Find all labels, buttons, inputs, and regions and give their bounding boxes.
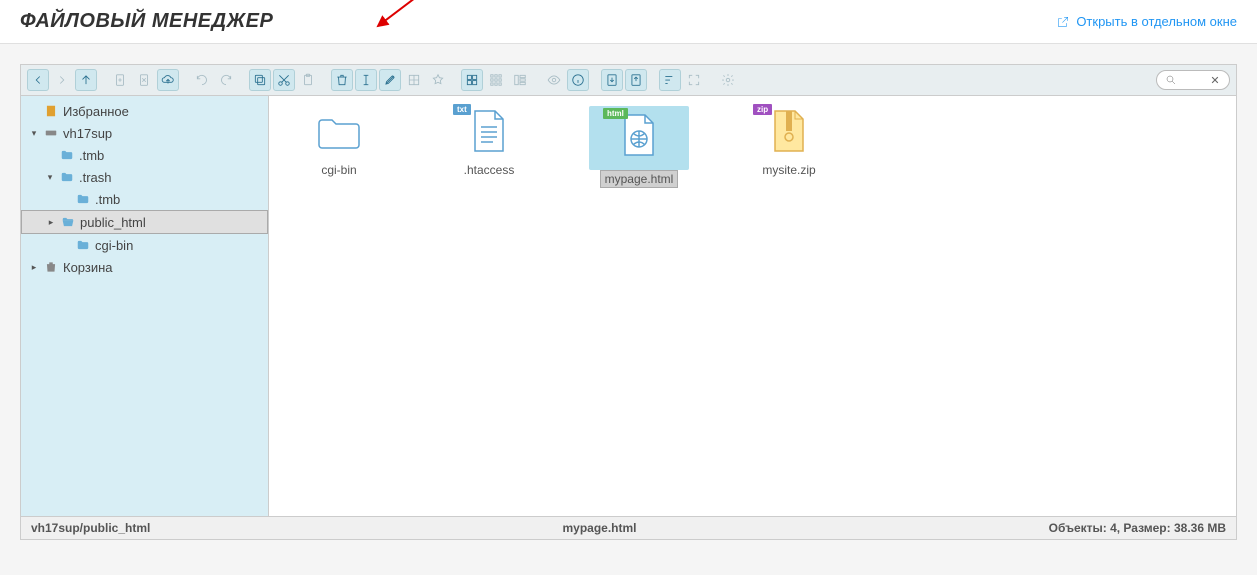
redo-icon (215, 69, 237, 91)
tree-toggle-icon (61, 240, 71, 250)
rename-icon[interactable] (355, 69, 377, 91)
file-item[interactable]: html mypage.html (589, 106, 689, 188)
file-item[interactable]: cgi-bin (289, 106, 389, 178)
undo-icon (191, 69, 213, 91)
search-icon (1165, 74, 1177, 86)
preview-icon (543, 69, 565, 91)
tree-toggle-icon[interactable]: ▾ (29, 128, 39, 138)
paste-icon (297, 69, 319, 91)
open-window-label: Открыть в отдельном окне (1076, 14, 1237, 29)
fullscreen-icon (683, 69, 705, 91)
tree-node[interactable]: ▸ Корзина (21, 256, 268, 278)
up-icon[interactable] (75, 69, 97, 91)
folder-icon (59, 147, 75, 163)
sort-icon[interactable] (659, 69, 681, 91)
resize-icon (403, 69, 425, 91)
edit-icon[interactable] (379, 69, 401, 91)
tree-node[interactable]: ▾ .trash (21, 166, 268, 188)
folder-icon (75, 237, 91, 253)
folder-open-icon (60, 214, 76, 230)
tree-node[interactable]: .tmb (21, 144, 268, 166)
status-path: vh17sup/public_html (31, 521, 150, 535)
open-icon[interactable] (625, 69, 647, 91)
trash-icon (43, 259, 59, 275)
fm-body: Избранное ▾ vh17sup .tmb ▾ .trash .tmb ▸ public_… (21, 96, 1236, 516)
files-panel[interactable]: cgi-bin txt .htaccess html mypage.html zip mys… (269, 96, 1236, 516)
info-icon[interactable] (567, 69, 589, 91)
html-file-icon: html (609, 110, 669, 160)
tree-label: .tmb (79, 148, 104, 163)
file-manager: ✕ Избранное ▾ vh17sup .tmb ▾ .trash .tmb ▸ publi… (20, 64, 1237, 540)
folder-icon (75, 191, 91, 207)
tree-node[interactable]: Избранное (21, 100, 268, 122)
tree-label: public_html (80, 215, 146, 230)
disk-icon (43, 125, 59, 141)
file-label: mypage.html (600, 170, 679, 188)
file-item[interactable]: zip mysite.zip (739, 106, 839, 178)
tree-toggle-icon (61, 194, 71, 204)
search-box[interactable]: ✕ (1156, 70, 1230, 90)
back-icon[interactable] (27, 69, 49, 91)
tree-node[interactable]: ▸ public_html (21, 210, 268, 234)
page-title: ФАЙЛОВЫЙ МЕНЕДЖЕР (20, 10, 273, 33)
file-label: mysite.zip (758, 162, 819, 178)
txt-file-icon: txt (459, 106, 519, 156)
tree-label: Избранное (63, 104, 129, 119)
tree-label: cgi-bin (95, 238, 133, 253)
tree-toggle-icon[interactable]: ▾ (45, 172, 55, 182)
page-header: ФАЙЛОВЫЙ МЕНЕДЖЕР Открыть в отдельном ок… (0, 0, 1257, 44)
view-small-icon (485, 69, 507, 91)
search-input[interactable] (1183, 73, 1203, 87)
statusbar: vh17sup/public_html mypage.html Объекты:… (21, 516, 1236, 539)
tree-node[interactable]: cgi-bin (21, 234, 268, 256)
tree-label: .tmb (95, 192, 120, 207)
newfile-icon (109, 69, 131, 91)
folder-file-icon (309, 106, 369, 156)
tree-node[interactable]: ▾ vh17sup (21, 122, 268, 144)
upload-icon[interactable] (157, 69, 179, 91)
view-icons-icon[interactable] (461, 69, 483, 91)
file-label: cgi-bin (317, 162, 360, 178)
tree-label: vh17sup (63, 126, 112, 141)
status-selected: mypage.html (150, 521, 1048, 535)
tree-toggle-icon[interactable]: ▸ (46, 217, 56, 227)
tree-toggle-icon (45, 150, 55, 160)
newfolder-icon (133, 69, 155, 91)
tree-toggle-icon[interactable]: ▸ (29, 262, 39, 272)
file-label: .htaccess (460, 162, 519, 178)
open-new-window-link[interactable]: Открыть в отдельном окне (1056, 14, 1237, 29)
tree-label: Корзина (63, 260, 113, 275)
tree-label: .trash (79, 170, 112, 185)
cut-icon[interactable] (273, 69, 295, 91)
search-clear-icon[interactable]: ✕ (1209, 74, 1221, 86)
delete-icon[interactable] (331, 69, 353, 91)
folder-tree: Избранное ▾ vh17sup .tmb ▾ .trash .tmb ▸ public_… (21, 96, 269, 516)
forward-icon (51, 69, 73, 91)
view-list-icon (509, 69, 531, 91)
status-stats: Объекты: 4, Размер: 38.36 MB (1049, 521, 1226, 535)
tree-toggle-icon (29, 106, 39, 116)
folder-icon (59, 169, 75, 185)
favorites-icon (43, 103, 59, 119)
file-item[interactable]: txt .htaccess (439, 106, 539, 178)
copy-icon[interactable] (249, 69, 271, 91)
external-icon (1056, 15, 1070, 29)
places-icon (427, 69, 449, 91)
settings-icon (717, 69, 739, 91)
download-icon[interactable] (601, 69, 623, 91)
tree-node[interactable]: .tmb (21, 188, 268, 210)
zip-file-icon: zip (759, 106, 819, 156)
toolbar: ✕ (21, 65, 1236, 96)
